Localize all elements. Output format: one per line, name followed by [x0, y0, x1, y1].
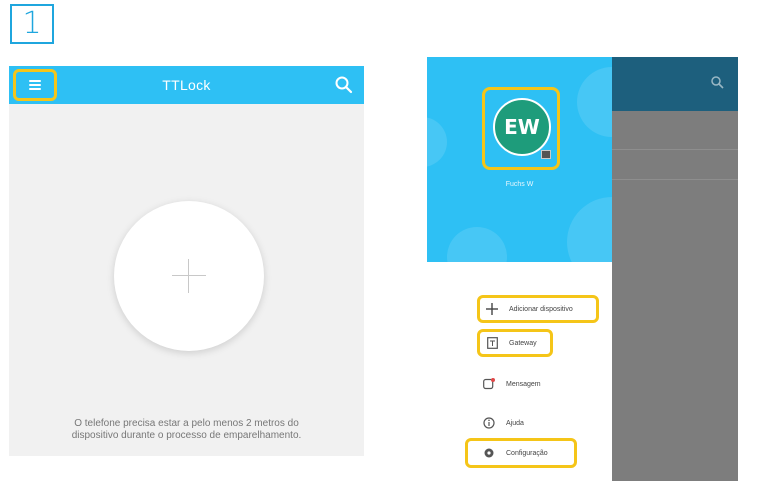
search-icon[interactable]	[334, 75, 354, 95]
ttlock-drawer-screen: EW Fuchs W Adicionar dispositivo Gateway…	[427, 57, 738, 481]
menu-item-message[interactable]: Mensagem	[477, 370, 577, 398]
plus-icon	[485, 302, 499, 316]
add-lock-button[interactable]	[114, 201, 264, 351]
menu-item-help[interactable]: Ajuda	[477, 409, 577, 437]
menu-item-add-device[interactable]: Adicionar dispositivo	[477, 295, 599, 323]
search-icon	[711, 76, 724, 89]
step-number-badge: 1	[10, 4, 54, 44]
username: Fuchs W	[505, 181, 534, 188]
message-icon	[482, 377, 496, 391]
navigation-drawer: EW Fuchs W Adicionar dispositivo Gateway…	[427, 57, 612, 481]
pairing-hint-text: O telefone precisa estar a pelo menos 2 …	[71, 418, 302, 441]
help-icon	[482, 416, 496, 430]
settings-gear-icon	[482, 446, 496, 460]
dimmed-top-bar	[612, 57, 738, 111]
edit-avatar-icon[interactable]	[541, 150, 551, 159]
plus-icon	[172, 275, 206, 276]
app-top-bar: TTLock	[9, 66, 364, 104]
user-avatar[interactable]: EW	[493, 98, 551, 156]
menu-item-settings[interactable]: Configuração	[465, 438, 577, 468]
hamburger-menu-icon	[29, 80, 41, 90]
avatar-highlight: EW	[482, 87, 560, 170]
app-title: TTLock	[162, 77, 211, 93]
menu-item-gateway[interactable]: Gateway	[477, 329, 553, 357]
gateway-icon	[485, 336, 499, 350]
menu-button[interactable]	[13, 69, 57, 101]
ttlock-home-screen: TTLock O telefone precisa estar a pelo m…	[9, 66, 364, 456]
drawer-header: EW Fuchs W	[427, 57, 612, 262]
